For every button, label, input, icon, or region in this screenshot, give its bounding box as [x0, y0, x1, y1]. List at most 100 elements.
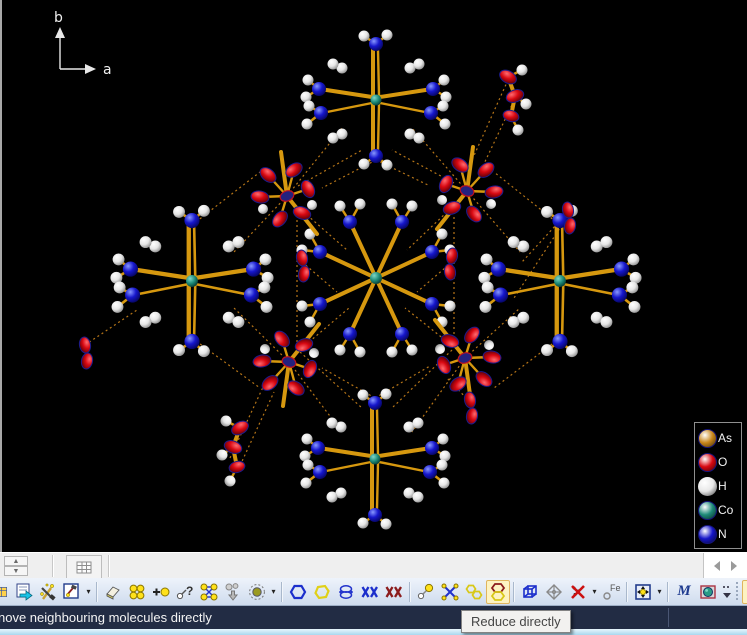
status-divider — [668, 608, 669, 627]
picker-box-icon — [62, 582, 82, 602]
report-button[interactable] — [12, 580, 36, 604]
legend-label: As — [718, 431, 732, 445]
molecule-down-icon — [223, 582, 243, 602]
eraser-icon — [103, 582, 123, 602]
arsenate-upper-right — [437, 147, 504, 229]
magic-wand-icon — [38, 582, 58, 602]
molecule-cross-left — [110, 205, 273, 357]
overflow-chevron-icon — [722, 583, 732, 601]
contacts-x-icon — [440, 582, 460, 602]
iron-atom-button[interactable]: Fe — [599, 580, 623, 604]
atom-bond-button[interactable] — [414, 580, 438, 604]
diamond-cross-icon — [544, 582, 564, 602]
spinner-down-button[interactable]: ▼ — [4, 566, 28, 576]
ellipsoid-style-button[interactable] — [696, 580, 720, 604]
bottom-toolbar: ▾ ? — [0, 578, 747, 606]
grow-spheres-button[interactable] — [125, 580, 149, 604]
style-clipped-button[interactable] — [0, 580, 12, 604]
query-atom-icon: ? — [175, 582, 195, 602]
atom-display-button[interactable] — [245, 580, 269, 604]
row-spinner: ▲ ▼ — [4, 556, 28, 576]
packing-frame-icon — [199, 582, 219, 602]
structure-canvas[interactable]: b a As O H Co N — [0, 0, 747, 552]
svg-text:Fe: Fe — [610, 583, 621, 593]
toolbar-separator — [409, 582, 411, 602]
cube-icon — [520, 582, 540, 602]
element-legend: As O H Co N — [694, 422, 742, 549]
double-x-red-icon — [384, 582, 404, 602]
grow-ring-pair-button[interactable] — [462, 580, 486, 604]
toolbar-separator — [626, 582, 628, 602]
oxygen-pair — [78, 336, 94, 370]
stacked-rings-button[interactable] — [334, 580, 358, 604]
erase-button[interactable] — [101, 580, 125, 604]
hide-contacts-red-button[interactable] — [382, 580, 406, 604]
packing-frame-button[interactable] — [197, 580, 221, 604]
legend-item: Co — [698, 498, 739, 522]
h-sphere-icon — [698, 477, 717, 496]
arsenate-upper-left — [250, 152, 317, 234]
svg-text:?: ? — [186, 584, 193, 598]
divider — [52, 555, 54, 577]
expand-box-icon — [633, 582, 653, 602]
orientation-axes: b a — [54, 10, 112, 78]
four-atoms-icon — [127, 582, 147, 602]
toolbar-grip-handle[interactable] — [734, 582, 740, 602]
structure-viewport[interactable]: b a — [2, 0, 747, 552]
picker-dropdown-caret[interactable]: ▾ — [84, 587, 93, 596]
remove-molecule-button[interactable] — [221, 580, 245, 604]
dotted-circle-icon — [247, 582, 267, 602]
report-export-icon — [14, 582, 34, 602]
atom-bond-icon — [416, 582, 436, 602]
double-hexagon-yellow-icon — [464, 582, 484, 602]
molecule-label-button[interactable]: M — [672, 580, 696, 604]
yellow-hexagon-icon — [312, 582, 332, 602]
legend-label: H — [718, 479, 727, 493]
style-icon — [0, 583, 12, 601]
expand-dropdown-caret[interactable]: ▾ — [655, 587, 664, 596]
reduce-directly-button[interactable] — [486, 580, 510, 604]
query-atom-button[interactable]: ? — [173, 580, 197, 604]
toolbar-overflow-button[interactable] — [720, 580, 732, 604]
legend-label: N — [718, 527, 727, 541]
unit-cell-button[interactable] — [518, 580, 542, 604]
ring-yellow-button[interactable] — [310, 580, 334, 604]
scroll-left-button[interactable] — [714, 561, 720, 571]
asymmetric-unit-button[interactable] — [542, 580, 566, 604]
legend-item: H — [698, 474, 739, 498]
spinner-up-button[interactable]: ▲ — [4, 556, 28, 566]
molecule-cross-right — [478, 205, 641, 357]
legend-item: O — [698, 450, 739, 474]
edit-picker-button[interactable] — [60, 580, 84, 604]
red-strike-icon — [568, 582, 588, 602]
spreadsheet-button[interactable] — [66, 555, 102, 579]
molecule-cross-top — [301, 30, 452, 171]
toolbar-separator — [281, 582, 283, 602]
add-atom-button[interactable] — [149, 580, 173, 604]
dock-row: ▲ ▼ — [0, 552, 747, 578]
stacked-rings-icon — [336, 582, 356, 602]
co-sphere-icon — [698, 501, 717, 520]
status-message: nove neighbouring molecules directly — [0, 610, 212, 625]
expand-contacts-button[interactable] — [631, 580, 655, 604]
grid-icon — [76, 561, 92, 574]
hide-contacts-blue-button[interactable] — [358, 580, 382, 604]
oxygen-chain-bottom-left — [217, 416, 251, 487]
scroll-right-button[interactable] — [731, 561, 737, 571]
axis-label-b: b — [54, 10, 63, 26]
delete-contacts-dropdown-caret[interactable]: ▾ — [590, 587, 599, 596]
contacts-network-button[interactable] — [438, 580, 462, 604]
molecule-star-center — [297, 199, 456, 358]
toolbar-separator — [96, 582, 98, 602]
status-bar: nove neighbouring molecules directly — [0, 606, 747, 629]
atom-display-dropdown-caret[interactable]: ▾ — [269, 587, 278, 596]
delete-contacts-button[interactable] — [566, 580, 590, 604]
molecule-cross-bottom — [300, 389, 451, 530]
axis-label-a: a — [103, 62, 112, 78]
legend-item: N — [698, 522, 739, 546]
divider — [108, 555, 110, 577]
double-x-blue-icon — [360, 582, 380, 602]
auto-style-button[interactable] — [36, 580, 60, 604]
select-cursor-button[interactable] — [742, 580, 747, 604]
aromatic-ring-button[interactable] — [286, 580, 310, 604]
